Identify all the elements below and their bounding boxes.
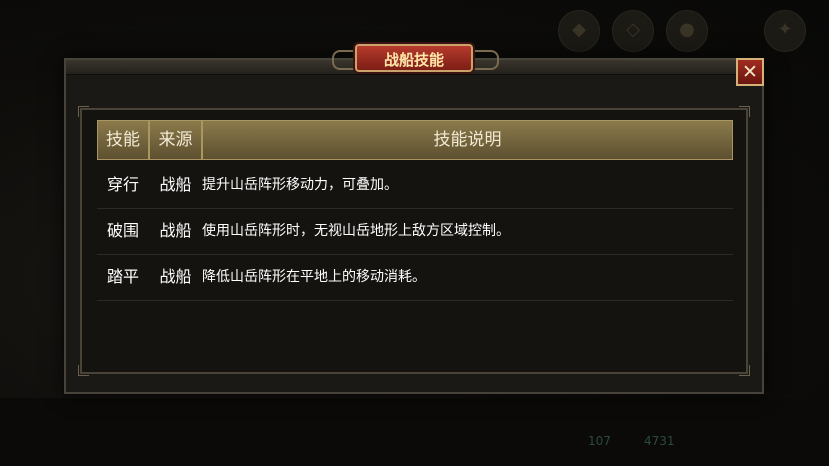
settings-icon: ✦: [764, 10, 806, 52]
table-row: 踏平 战船 降低山岳阵形在平地上的移动消耗。: [97, 254, 733, 301]
header-source: 来源: [149, 120, 202, 160]
cell-description: 提升山岳阵形移动力，可叠加。: [202, 177, 398, 193]
counter-b: 4731: [644, 434, 675, 448]
dialog-title: 战船技能: [383, 51, 444, 69]
cell-skill: 破围: [106, 221, 139, 240]
header-skill: 技能: [97, 120, 149, 160]
bottom-bar: 107 4731: [0, 398, 829, 466]
header-description: 技能说明: [202, 120, 733, 160]
cell-skill: 踏平: [106, 267, 139, 286]
cell-source: 战船: [159, 175, 192, 194]
table-header: 技能 来源 技能说明: [97, 120, 733, 160]
table-row: 破围 战船 使用山岳阵形时，无视山岳地形上敌方区域控制。: [97, 208, 733, 255]
menu-icon: ◇: [612, 10, 654, 52]
close-button[interactable]: ✕: [736, 58, 764, 86]
cell-description: 使用山岳阵形时，无视山岳地形上敌方区域控制。: [202, 223, 510, 239]
shop-icon: ●: [666, 10, 708, 52]
counter-a: 107: [588, 434, 611, 448]
table-row: 穿行 战船 提升山岳阵形移动力，可叠加。: [97, 162, 733, 209]
cell-source: 战船: [159, 221, 192, 240]
title-ornament-right: [471, 50, 499, 70]
close-icon: ✕: [742, 61, 758, 83]
dialog-title-banner: 战船技能: [355, 44, 473, 72]
cell-source: 战船: [159, 267, 192, 286]
cell-skill: 穿行: [106, 175, 139, 194]
cell-description: 降低山岳阵形在平地上的移动消耗。: [202, 269, 426, 285]
treasure-icon: ◆: [558, 10, 600, 52]
